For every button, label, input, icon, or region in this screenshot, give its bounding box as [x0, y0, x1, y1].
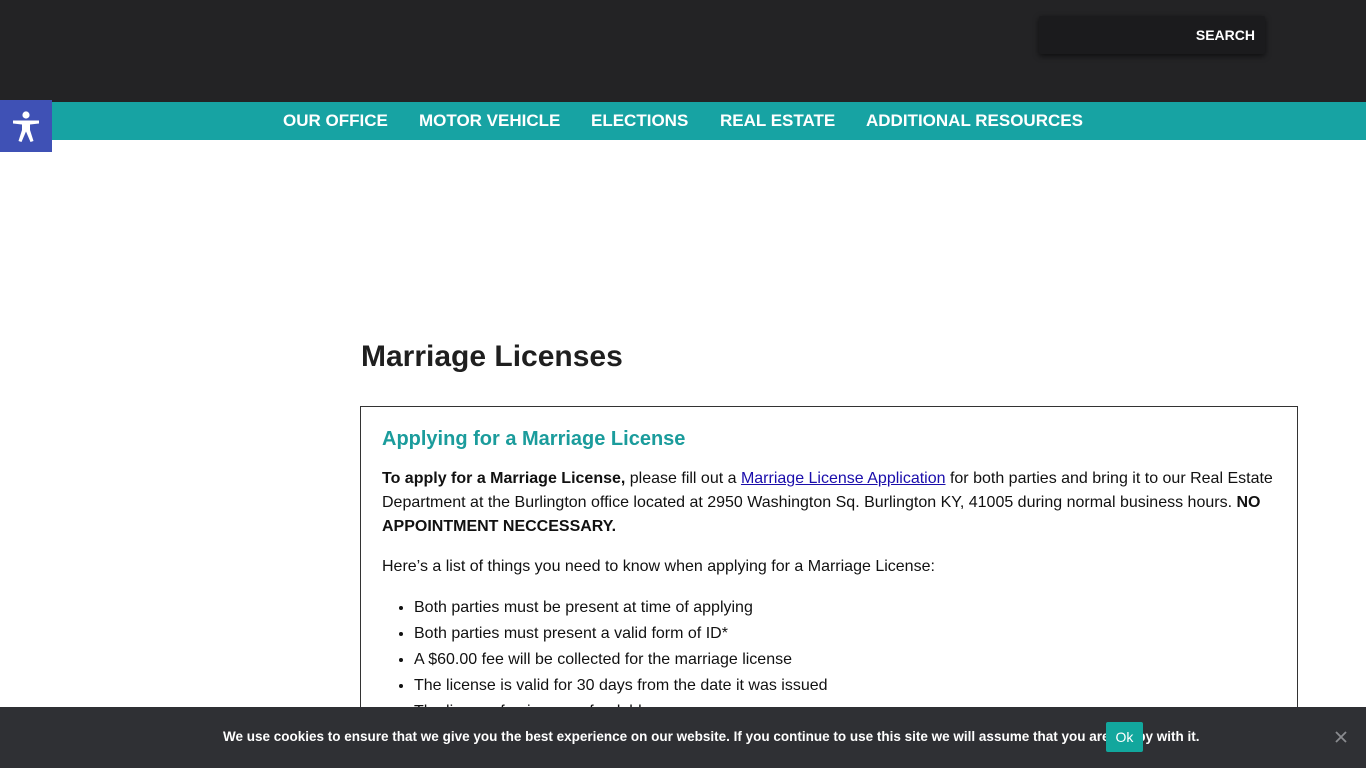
intro-text-1: please fill out a [625, 470, 741, 487]
list-item: Both parties must be present at time of … [414, 595, 1277, 621]
main-navigation: OUR OFFICE MOTOR VEHICLE ELECTIONS REAL … [0, 102, 1366, 140]
list-intro: Here’s a list of things you need to know… [382, 558, 935, 575]
search-button[interactable]: SEARCH [1196, 16, 1255, 54]
requirements-list: Both parties must be present at time of … [382, 595, 1277, 725]
list-item: The license is valid for 30 days from th… [414, 673, 1277, 699]
marriage-license-application-link[interactable]: Marriage License Application [741, 470, 946, 487]
site-header: SEARCH [0, 0, 1366, 102]
nav-item-our-office[interactable]: OUR OFFICE [283, 102, 388, 140]
list-item: Both parties must present a valid form o… [414, 621, 1277, 647]
content-panel: Applying for a Marriage License To apply… [360, 406, 1298, 736]
nav-item-motor-vehicle[interactable]: MOTOR VEHICLE [419, 102, 560, 140]
intro-paragraph: To apply for a Marriage License, please … [382, 467, 1277, 539]
cookie-notice-bar: We use cookies to ensure that we give yo… [0, 707, 1366, 768]
cookie-ok-button[interactable]: Ok [1106, 722, 1143, 752]
nav-item-real-estate[interactable]: REAL ESTATE [720, 102, 835, 140]
accessibility-icon [13, 111, 39, 142]
nav-item-elections[interactable]: ELECTIONS [591, 102, 688, 140]
intro-bold: To apply for a Marriage License, [382, 470, 626, 487]
nav-item-additional-resources[interactable]: ADDITIONAL RESOURCES [866, 102, 1083, 140]
page-title: Marriage Licenses [361, 340, 623, 373]
search-input[interactable] [1045, 22, 1175, 48]
accessibility-toolbar-button[interactable] [0, 100, 52, 152]
list-item: A $60.00 fee will be collected for the m… [414, 647, 1277, 673]
cookie-message: We use cookies to ensure that we give yo… [223, 729, 1200, 744]
section-heading: Applying for a Marriage License [382, 428, 686, 450]
search-form: SEARCH [1039, 16, 1265, 54]
close-icon[interactable] [1333, 729, 1349, 745]
